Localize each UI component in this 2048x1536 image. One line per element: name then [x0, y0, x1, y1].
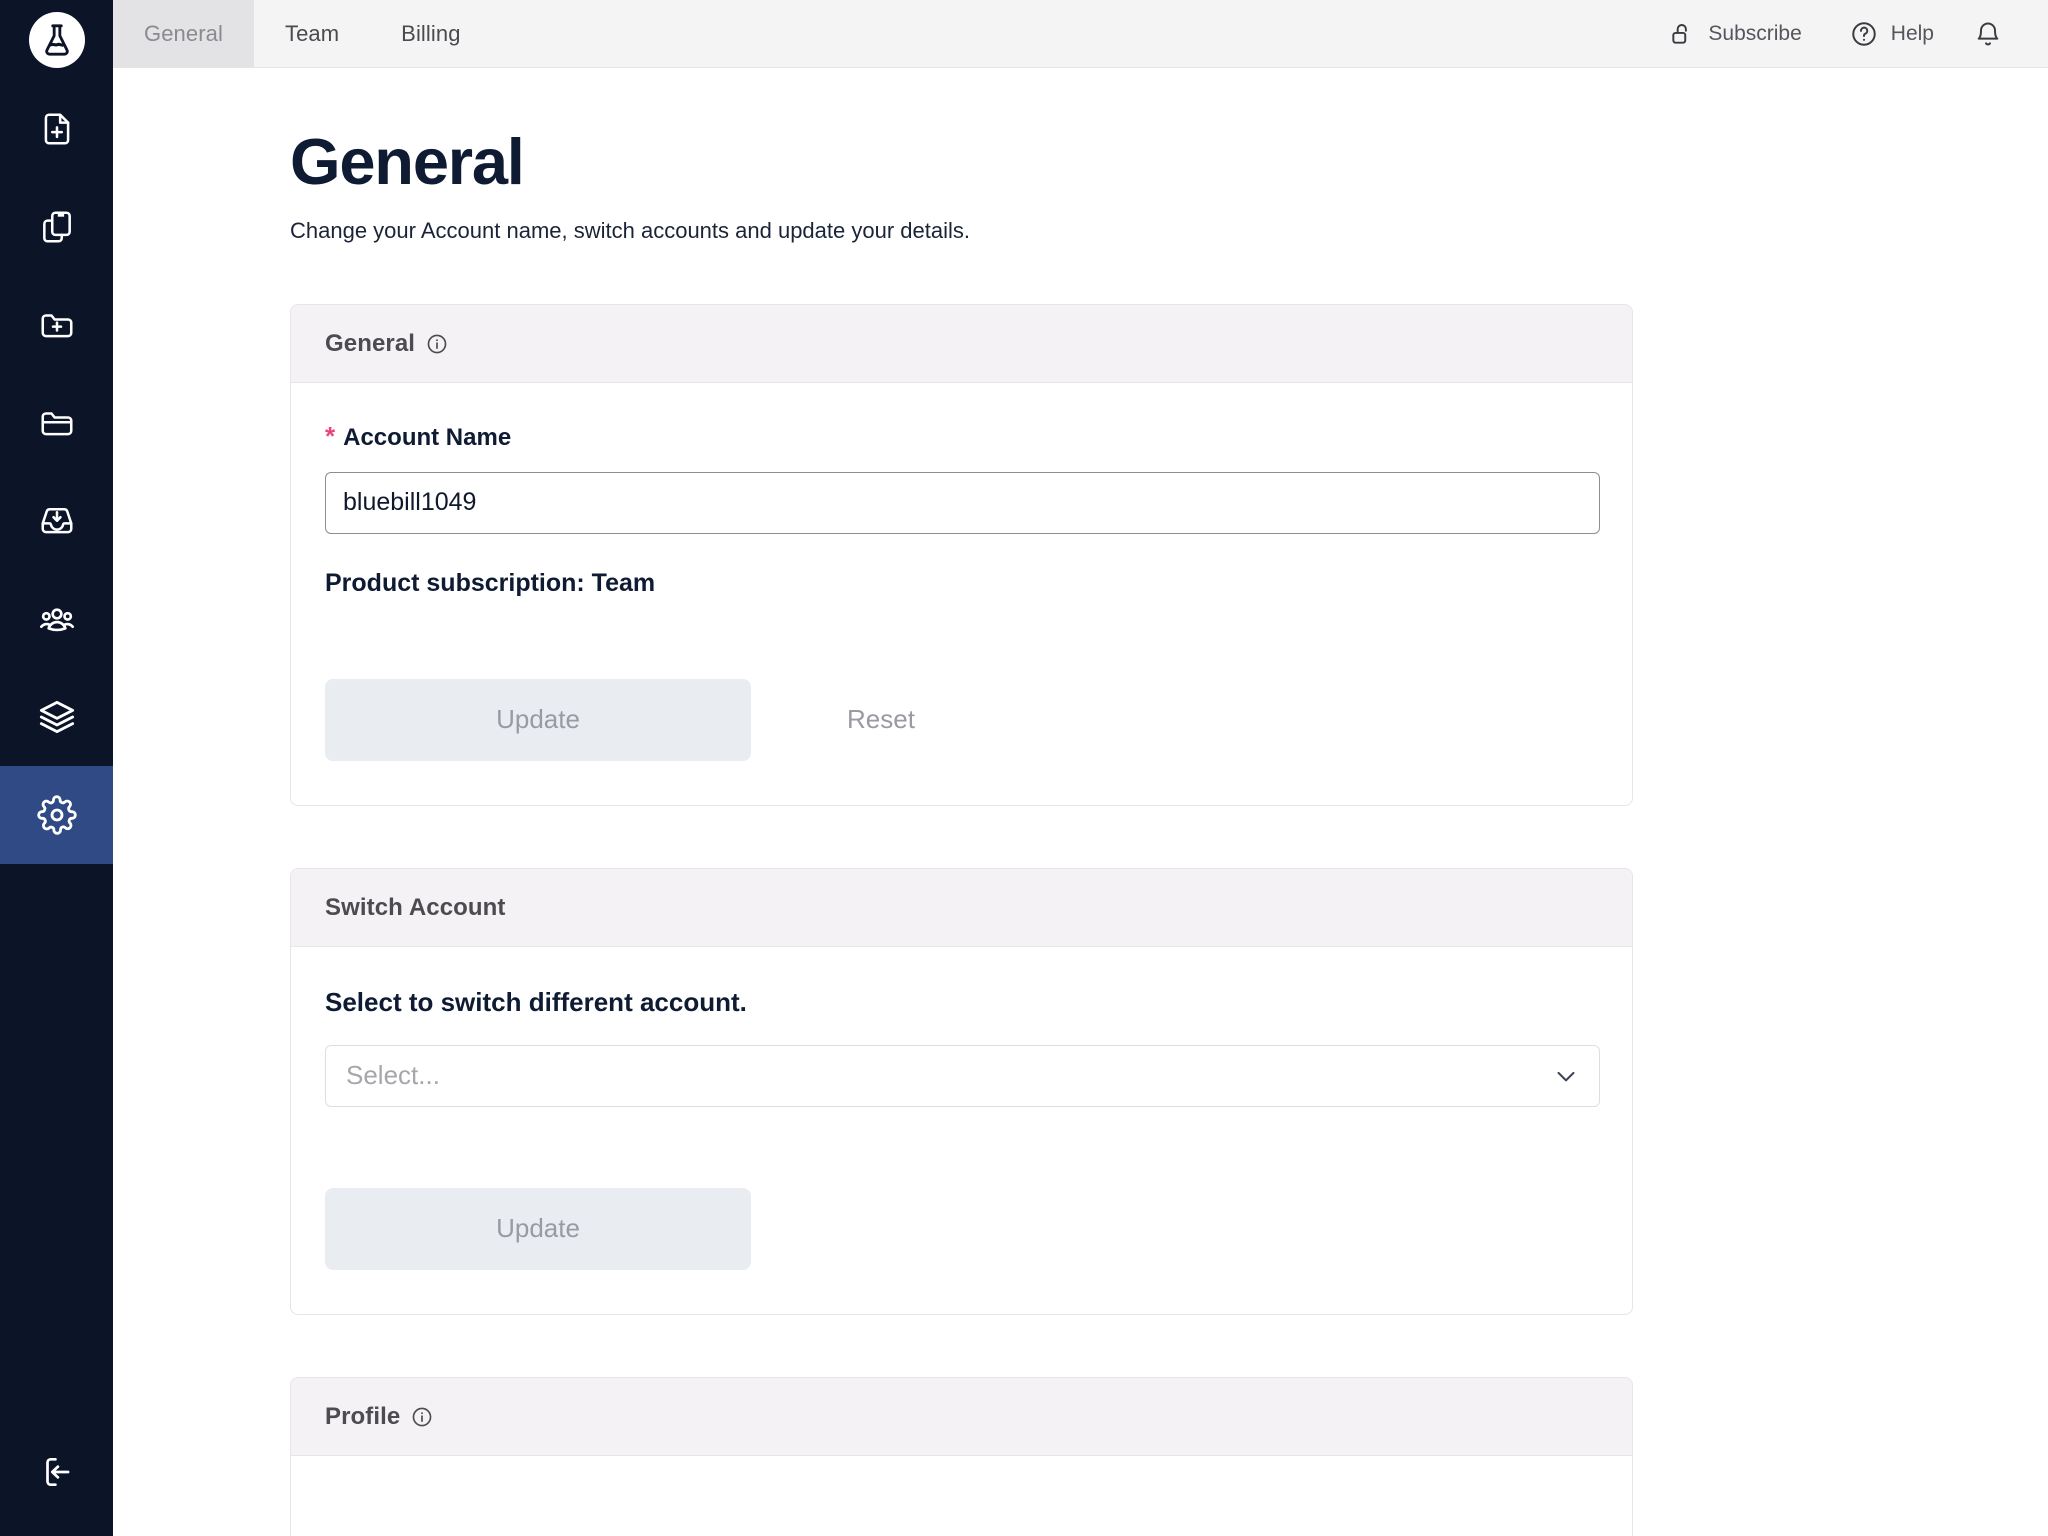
subscribe-label: Subscribe — [1708, 21, 1802, 45]
main-area: General Team Billing Subscribe Help Gene… — [113, 0, 2048, 1536]
switch-account-select[interactable]: Select... — [325, 1044, 1600, 1107]
account-name-label-text: Account Name — [343, 423, 512, 451]
help-button[interactable]: Help — [1826, 0, 1958, 67]
app-logo[interactable] — [0, 0, 113, 80]
chevron-down-icon — [1557, 1071, 1575, 1081]
sidebar-item-logout[interactable] — [0, 1408, 113, 1536]
inbox-download-icon — [40, 508, 73, 534]
general-card-body: * Account Name Product subscription: Tea… — [291, 383, 1632, 805]
profile-card: Profile — [290, 1376, 1633, 1536]
info-icon[interactable] — [426, 333, 448, 355]
sidebar-item-inbox[interactable] — [0, 472, 113, 570]
sidebar-item-copy-files[interactable] — [0, 178, 113, 276]
flask-logo-icon — [28, 12, 85, 68]
sidebar-item-new-folder[interactable] — [0, 276, 113, 374]
switch-account-card: Switch Account Select to switch differen… — [290, 867, 1633, 1315]
sidebar-nav — [0, 80, 113, 1408]
topbar: General Team Billing Subscribe Help — [113, 0, 2048, 68]
switch-account-heading: Select to switch different account. — [325, 986, 747, 1017]
tab-bar: General Team Billing — [113, 0, 492, 67]
switch-account-update-button[interactable]: Update — [325, 1187, 751, 1270]
help-label: Help — [1890, 21, 1934, 45]
general-update-button[interactable]: Update — [325, 678, 751, 761]
switch-account-actions: Update — [325, 1187, 1598, 1270]
topbar-actions: Subscribe Help — [1645, 0, 2048, 67]
general-card-actions: Update Reset — [325, 678, 1598, 761]
folder-plus-icon — [40, 314, 73, 338]
profile-card-body — [291, 1456, 1632, 1536]
switch-account-card-title: Switch Account — [325, 893, 506, 921]
layers-icon — [39, 700, 74, 734]
account-name-label: * Account Name — [325, 423, 1598, 452]
sidebar — [0, 0, 113, 1536]
info-icon[interactable] — [411, 1406, 433, 1428]
profile-card-title: Profile — [325, 1402, 401, 1430]
required-marker: * — [325, 420, 336, 451]
notifications-button[interactable] — [1958, 0, 2018, 67]
file-plus-icon — [44, 113, 69, 145]
switch-account-card-header: Switch Account — [291, 868, 1632, 947]
sidebar-item-team[interactable] — [0, 570, 113, 668]
general-card-title: General — [325, 329, 416, 357]
folder-icon — [40, 412, 73, 436]
sidebar-item-settings[interactable] — [0, 766, 113, 864]
page-title: General — [290, 125, 525, 198]
page-content: General Change your Account name, switch… — [113, 68, 2048, 1536]
sidebar-item-new-file[interactable] — [0, 80, 113, 178]
product-subscription-text: Product subscription: Team — [325, 568, 656, 597]
tab-billing[interactable]: Billing — [370, 0, 491, 67]
profile-card-header: Profile — [291, 1377, 1632, 1456]
question-circle-icon — [1852, 21, 1876, 46]
sidebar-item-folders[interactable] — [0, 374, 113, 472]
page-subtitle: Change your Account name, switch account… — [290, 217, 970, 243]
bell-icon — [1977, 22, 1999, 45]
logout-icon — [45, 1457, 69, 1487]
clipboard-copy-icon — [42, 211, 71, 243]
gear-icon — [36, 795, 77, 835]
tab-general[interactable]: General — [113, 0, 254, 67]
general-reset-button[interactable]: Reset — [751, 679, 1011, 761]
unlock-icon — [1672, 23, 1688, 44]
app-root: General Team Billing Subscribe Help Gene… — [0, 0, 2048, 1536]
switch-account-select-placeholder: Select... — [346, 1060, 440, 1091]
general-card-header: General — [291, 304, 1632, 383]
subscribe-button[interactable]: Subscribe — [1645, 0, 1825, 67]
users-icon — [39, 608, 74, 632]
account-name-input[interactable] — [325, 471, 1600, 534]
switch-account-card-body: Select to switch different account. Sele… — [291, 947, 1632, 1314]
general-card: General * Account Name Produ — [290, 303, 1633, 806]
tab-team[interactable]: Team — [254, 0, 370, 67]
sidebar-item-layers[interactable] — [0, 668, 113, 766]
